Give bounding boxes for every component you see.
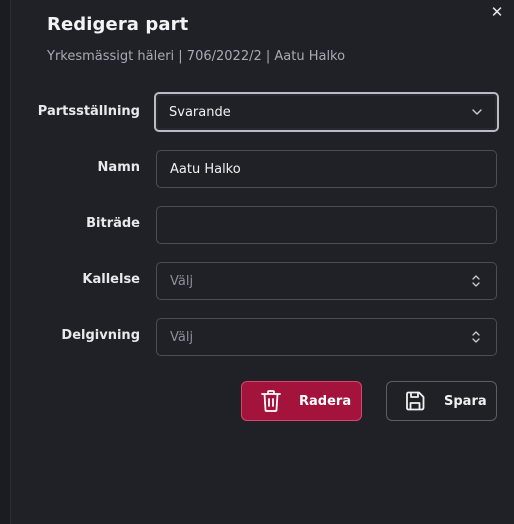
bitrade-label: Biträde xyxy=(86,216,140,231)
chevron-updown-icon xyxy=(472,331,480,343)
partsstallning-value: Svarande xyxy=(169,104,231,120)
delete-button-label: Radera xyxy=(299,393,352,409)
save-icon xyxy=(406,391,425,411)
namn-label: Namn xyxy=(97,160,140,175)
save-button-label: Spara xyxy=(444,393,487,409)
delgivning-placeholder: Välj xyxy=(170,329,194,345)
delete-button[interactable]: Radera xyxy=(241,381,362,421)
bitrade-input[interactable] xyxy=(156,206,497,244)
close-icon[interactable]: ✕ xyxy=(490,5,504,20)
dialog-title: Redigera part xyxy=(47,14,189,35)
kallelse-label: Kallelse xyxy=(82,272,140,287)
chevron-updown-icon xyxy=(472,275,480,287)
kallelse-placeholder: Välj xyxy=(170,273,194,289)
kallelse-select[interactable]: Välj xyxy=(156,262,497,300)
delgivning-select[interactable]: Välj xyxy=(156,318,497,356)
partsstallning-select[interactable]: Svarande xyxy=(154,92,499,132)
partsstallning-label: Partsställning xyxy=(37,104,140,119)
trash-icon xyxy=(261,390,281,412)
save-button[interactable]: Spara xyxy=(386,381,497,421)
namn-input[interactable]: Aatu Halko xyxy=(156,150,497,188)
dialog-subtitle: Yrkesmässigt häleri | 706/2022/2 | Aatu … xyxy=(47,49,346,64)
namn-value: Aatu Halko xyxy=(170,161,241,177)
chevron-down-icon xyxy=(472,109,482,115)
delgivning-label: Delgivning xyxy=(61,328,140,343)
